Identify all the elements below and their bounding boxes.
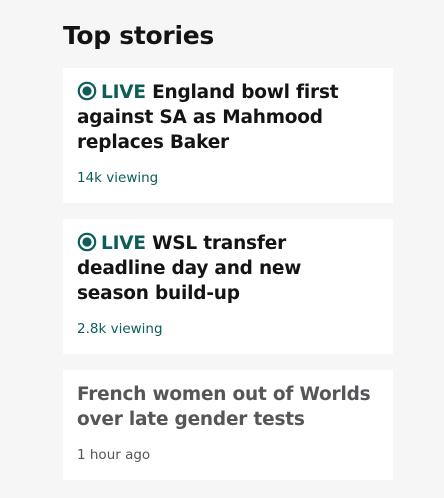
story-card[interactable]: French women out of Worlds over late gen… bbox=[63, 370, 393, 480]
viewer-count: 14k viewing bbox=[77, 170, 159, 186]
story-headline[interactable]: LIVE England bowl first against SA as Ma… bbox=[77, 80, 379, 155]
story-timestamp: 1 hour ago bbox=[77, 447, 151, 463]
live-icon bbox=[77, 232, 97, 252]
live-label: LIVE bbox=[101, 82, 146, 103]
story-card[interactable]: LIVE England bowl first against SA as Ma… bbox=[63, 68, 393, 203]
viewer-count: 2.8k viewing bbox=[77, 321, 163, 337]
story-headline[interactable]: French women out of Worlds over late gen… bbox=[77, 382, 379, 432]
section-title: Top stories bbox=[63, 21, 214, 50]
live-icon bbox=[77, 81, 97, 101]
live-badge: LIVE bbox=[77, 232, 146, 254]
story-card[interactable]: LIVE WSL transfer deadline day and new s… bbox=[63, 219, 393, 354]
top-stories-section: Top stories LIVE England bowl first agai… bbox=[63, 16, 393, 496]
live-label: LIVE bbox=[101, 233, 146, 254]
live-badge: LIVE bbox=[77, 81, 146, 103]
story-headline[interactable]: LIVE WSL transfer deadline day and new s… bbox=[77, 231, 379, 306]
